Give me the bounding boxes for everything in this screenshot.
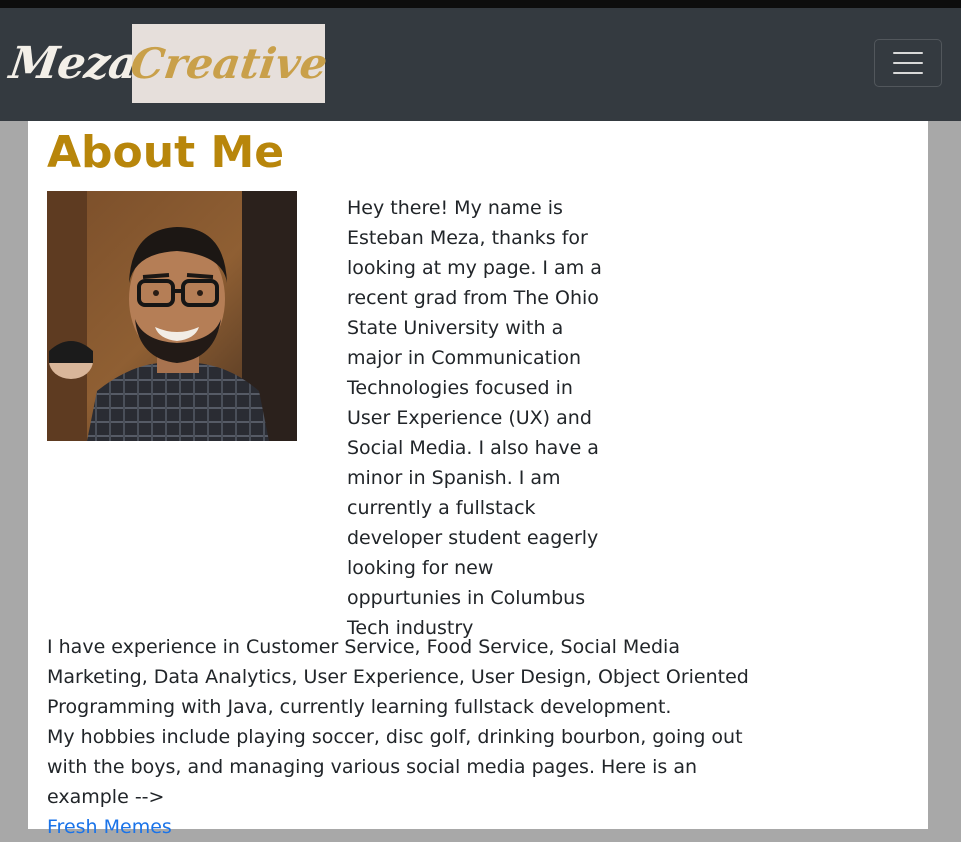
brand-logo-creative-box: Creative [127, 24, 330, 103]
experience-text: I have experience in Customer Service, F… [47, 636, 749, 718]
experience-paragraph: I have experience in Customer Service, F… [47, 632, 767, 842]
bio-paragraph: Hey there! My name is Esteban Meza, than… [347, 197, 602, 639]
profile-photo [47, 191, 297, 441]
navbar: Meza Creative [0, 8, 961, 121]
top-strip [0, 0, 961, 8]
about-card: About Me Hey there! My name is Esteban M… [28, 121, 928, 838]
profile-photo-illustration [47, 191, 297, 441]
hamburger-menu-icon-line [893, 72, 923, 74]
brand-logo[interactable]: Meza Creative [6, 24, 330, 103]
hamburger-menu-icon-line [893, 62, 923, 64]
page-title: About Me [47, 127, 285, 178]
hobbies-text: My hobbies include playing soccer, disc … [47, 726, 743, 808]
hamburger-menu-icon [893, 52, 923, 54]
fresh-memes-link[interactable]: Fresh Memes [47, 816, 172, 838]
navbar-toggle-button[interactable] [874, 39, 942, 87]
brand-logo-meza: Meza [6, 37, 140, 89]
brand-logo-creative: Creative [127, 38, 331, 88]
